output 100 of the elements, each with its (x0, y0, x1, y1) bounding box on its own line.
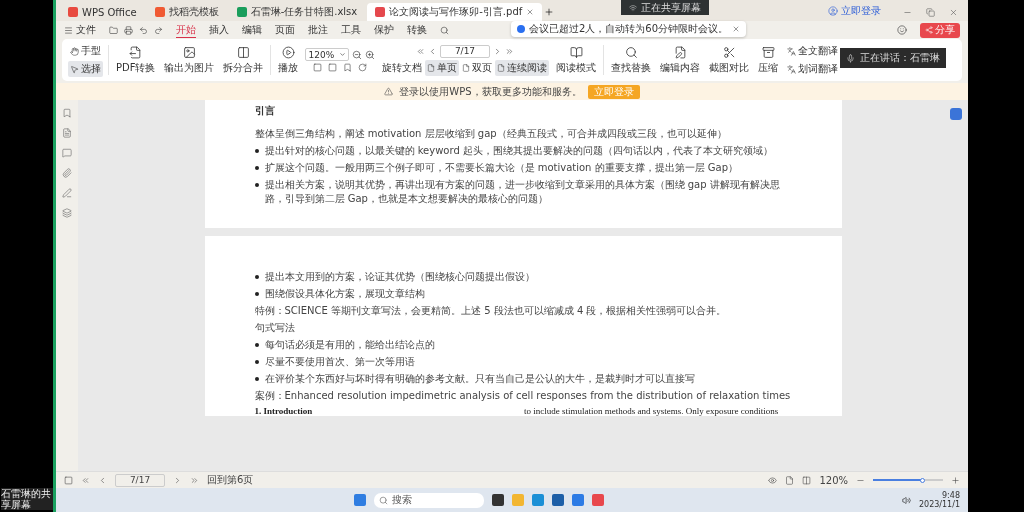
ribbon-tab[interactable]: 页面 (275, 22, 295, 38)
rotate-icon[interactable] (358, 63, 368, 72)
layers-icon[interactable] (62, 208, 72, 218)
search-field[interactable]: 搜索 (374, 492, 484, 508)
thumbnail-icon[interactable] (62, 128, 72, 138)
zoom-in-icon[interactable] (365, 49, 376, 60)
document-tab[interactable]: 论文阅读与写作琢卯-引言.pdf (367, 3, 543, 21)
bullet-text: 尽量不要使用首次、第一次等用语 (264, 355, 415, 369)
play-button[interactable]: 播放 (276, 44, 301, 76)
bullet-icon (254, 292, 259, 296)
emoji-icon[interactable] (897, 25, 907, 35)
signal-icon (629, 3, 637, 12)
notice-text: 会议已超过2人，自动转为60分钟限时会议。 (529, 22, 729, 36)
bullet-icon (254, 166, 259, 170)
clock[interactable]: 9:48 2023/11/1 (918, 491, 960, 509)
toolbar-button[interactable]: 截图对比 (707, 44, 752, 76)
add-tab-icon[interactable] (544, 7, 555, 17)
ribbon-tab[interactable]: 工具 (341, 22, 361, 38)
zoom-select[interactable]: 120% (305, 48, 350, 61)
next-page-icon[interactable] (493, 46, 502, 56)
columns-icon (237, 45, 250, 59)
double-page-icon[interactable] (802, 475, 812, 485)
view-button[interactable]: 单页 (425, 59, 460, 76)
view-button[interactable]: 连续阅读 (495, 59, 550, 76)
next-page-icon[interactable] (173, 475, 182, 485)
document-tab[interactable]: WPS Office (60, 3, 145, 21)
menu-icon[interactable] (64, 25, 73, 35)
translate-button[interactable]: 全文翻译 (785, 43, 841, 59)
pointer-icon (70, 64, 79, 74)
view-button[interactable]: 双页 (460, 59, 495, 76)
login-link[interactable]: 立即登录 (828, 4, 881, 18)
image-icon (183, 45, 196, 59)
toolbar-button[interactable]: 拆分合并 (221, 44, 266, 76)
document-tab[interactable]: 找稻壳模板 (146, 3, 227, 21)
zoom-out-icon[interactable] (352, 49, 363, 60)
page-field[interactable]: 7/17 (440, 44, 490, 58)
paragraph: 整体呈倒三角结构，阐述 motivation 层层收缩到 gap（经典五段式，可合并成四段或三段，也可以延伸） (254, 127, 728, 141)
bullet-icon (254, 183, 259, 187)
page-field[interactable]: 7/17 (115, 473, 165, 487)
bookmark-icon[interactable] (343, 63, 353, 72)
toolbar-button[interactable]: 输出为图片 (162, 44, 217, 76)
bookmark-icon[interactable] (62, 108, 72, 118)
bullet-icon (254, 377, 259, 381)
ribbon-tab[interactable]: 插入 (209, 22, 229, 38)
first-page-icon[interactable] (416, 46, 425, 56)
close-icon[interactable] (526, 8, 535, 16)
section-heading: 引言 (254, 104, 276, 118)
bullet-icon (254, 275, 259, 279)
document-tab[interactable]: 石雷琳-任务甘特图.xlsx (228, 3, 366, 21)
single-page-icon[interactable] (785, 475, 795, 485)
last-page-icon[interactable] (505, 46, 514, 56)
search-icon (625, 45, 638, 59)
redo-icon[interactable] (154, 25, 163, 35)
ribbon-tab[interactable]: 转换 (407, 22, 427, 38)
paragraph: 案例：Enhanced resolution impedimetric analysis of cell responses from the distribution of relaxation times (254, 389, 792, 403)
print-icon[interactable] (124, 25, 133, 35)
comment-icon[interactable] (62, 148, 72, 158)
user-icon (828, 6, 838, 16)
share-button[interactable]: 分享 (920, 22, 960, 38)
back-link[interactable]: 回到第6页 (207, 473, 254, 487)
ribbon-tab[interactable]: 编辑 (242, 22, 262, 38)
paragraph: 特例：SCIENCE 等期刊文章写法，会更精简。上述 5 段法也可以缩减成 4 段，根据相关性强弱可以合并。 (254, 304, 728, 318)
share-icon (925, 26, 933, 34)
volume-icon[interactable] (901, 495, 911, 505)
toolbar-button[interactable]: 编辑内容 (658, 44, 703, 76)
close-icon[interactable] (949, 8, 958, 17)
translate-button[interactable]: 划词翻译 (785, 61, 841, 77)
warning-icon (384, 87, 394, 96)
last-page-icon[interactable] (190, 475, 199, 485)
bullet-text: 提出相关方案，说明其优势，再讲出现有方案的问题，进一步收缩到文章采用的具体方案（围绕 gap 讲解现有解决思路，引导到第二层 Gap，也就是本文想要解决的最核心的问题） (264, 178, 781, 206)
bullet-text: 围绕假设具体化方案，展现文章结构 (264, 287, 425, 301)
close-icon[interactable] (732, 25, 741, 33)
ribbon-tab[interactable]: 开始 (176, 22, 196, 38)
eye-icon[interactable] (768, 475, 778, 485)
toolbar-button[interactable]: 压缩 (756, 44, 781, 76)
rotate-button[interactable]: 旋转文档 (380, 59, 425, 76)
mode-button[interactable]: 手型 (68, 43, 103, 59)
search-icon (379, 495, 388, 505)
previous-page-icon[interactable] (98, 475, 107, 485)
bullet-icon (254, 360, 259, 364)
file-menu[interactable]: 文件 (76, 23, 96, 37)
attachment-icon[interactable] (62, 168, 72, 178)
toolbar-button[interactable]: 查找替换 (609, 44, 654, 76)
pen-icon[interactable] (62, 188, 72, 198)
search-icon[interactable] (440, 25, 449, 35)
toolbar-button[interactable]: PDF转换 (114, 44, 158, 76)
undo-icon[interactable] (139, 25, 148, 35)
restore-icon[interactable] (926, 8, 935, 17)
zoom-value[interactable]: 120% (819, 474, 848, 486)
reading-mode-button[interactable]: 阅读模式 (554, 44, 599, 76)
first-page-icon[interactable] (81, 475, 90, 485)
page-icon (497, 63, 506, 72)
previous-page-icon[interactable] (428, 46, 437, 56)
zoom-in-icon[interactable] (951, 475, 960, 485)
share-status: 正在共享屏幕 (641, 0, 701, 15)
section-heading: 1. Introduction (254, 406, 314, 416)
ribbon-tab[interactable]: 批注 (308, 22, 328, 38)
notice-text: 登录以使用WPS，获取更多功能和服务。 (399, 84, 582, 99)
ribbon-tab[interactable]: 保护 (374, 22, 394, 38)
mode-button[interactable]: 选择 (68, 61, 103, 77)
